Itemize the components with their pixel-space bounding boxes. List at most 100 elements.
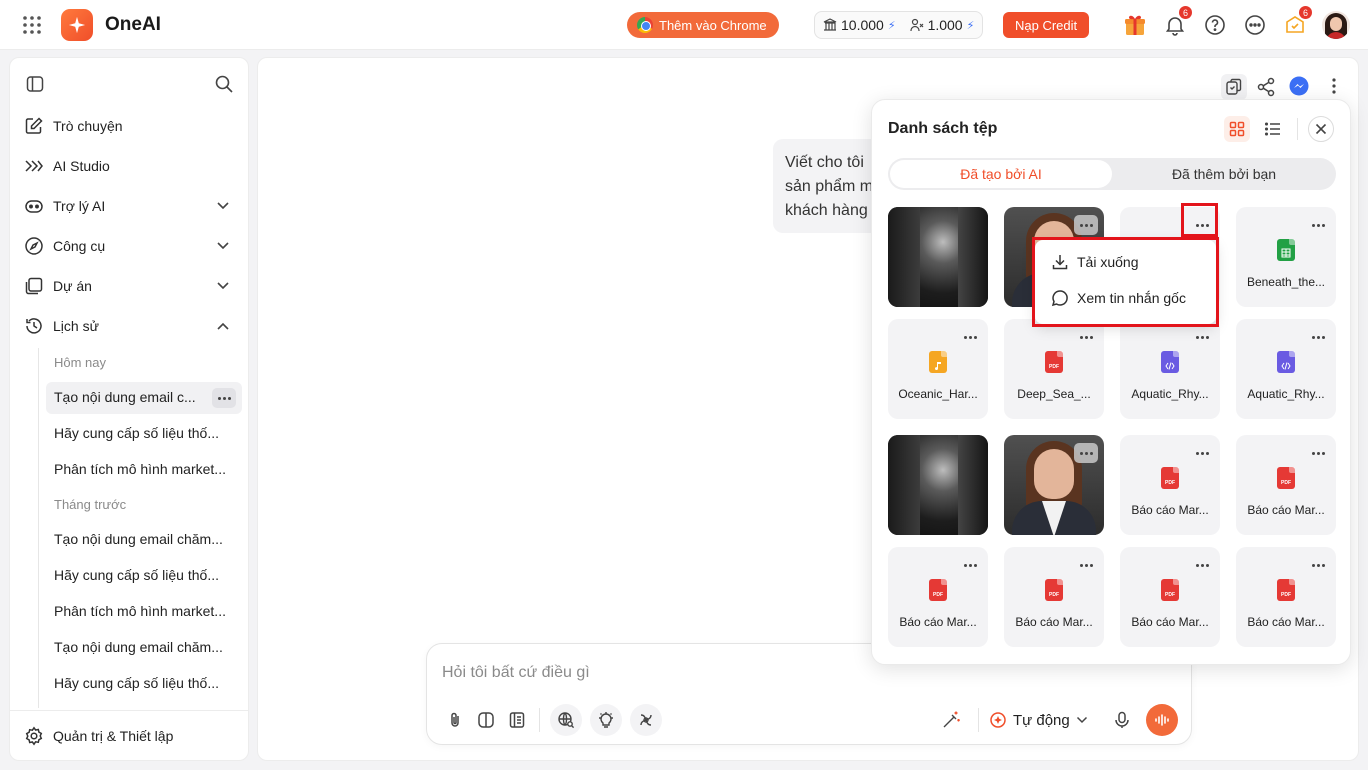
chevron-down-icon: [1076, 716, 1087, 724]
help-icon[interactable]: [1204, 14, 1226, 36]
history-item[interactable]: Tạo nội dung email c...: [54, 389, 204, 405]
edit-icon: [25, 117, 43, 134]
file-tile[interactable]: PDF Báo cáo Mar...: [1236, 435, 1336, 535]
apps-grid-icon[interactable]: [22, 15, 42, 35]
user-avatar[interactable]: [1322, 11, 1350, 39]
magic-wand-icon[interactable]: [939, 708, 963, 732]
file-tile-image[interactable]: [1004, 435, 1104, 535]
file-more-icon[interactable]: [1306, 215, 1330, 235]
gift-icon[interactable]: [1123, 13, 1147, 37]
file-list-panel: Danh sách tệp Đã tạo bởi AI Đã thêm bởi …: [871, 99, 1351, 665]
chevron-down-icon[interactable]: [216, 201, 230, 211]
messenger-icon[interactable]: [1289, 76, 1309, 96]
history-item[interactable]: Hãy cung cấp số liệu thố...: [54, 425, 238, 441]
history-item[interactable]: Hãy cung cấp số liệu thố...: [54, 567, 238, 583]
file-more-icon[interactable]: [1306, 555, 1330, 575]
file-more-icon[interactable]: [958, 327, 982, 347]
sidebar-item-history[interactable]: Lịch sử: [24, 314, 99, 338]
file-tile[interactable]: PDF Deep_Sea_...: [1004, 319, 1104, 419]
search-icon[interactable]: [214, 74, 234, 94]
admin-settings-label: Quản trị & Thiết lập: [53, 728, 174, 744]
file-tile[interactable]: Beneath_the...: [1236, 207, 1336, 307]
document-icon[interactable]: [505, 708, 529, 732]
file-tile[interactable]: PDF Báo cáo Mar...: [1120, 435, 1220, 535]
file-more-icon[interactable]: [1190, 327, 1214, 347]
file-tile[interactable]: PDF Báo cáo Mar...: [1004, 547, 1104, 647]
microphone-icon[interactable]: [1110, 708, 1134, 732]
file-more-icon[interactable]: [1074, 555, 1098, 575]
file-tile[interactable]: PDF Báo cáo Mar...: [888, 547, 988, 647]
attach-icon[interactable]: [443, 708, 467, 732]
file-more-icon[interactable]: [1306, 443, 1330, 463]
file-name: Aquatic_Rhy...: [1247, 387, 1325, 401]
bolt-icon: ⚡: [966, 19, 975, 32]
sidebar-item-chat[interactable]: Trò chuyện: [24, 114, 123, 138]
message-input[interactable]: Hỏi tôi bất cứ điều gì: [442, 664, 590, 682]
lightbulb-icon[interactable]: [590, 704, 622, 736]
list-view-icon[interactable]: [1264, 120, 1282, 138]
history-item[interactable]: Tạo nội dung email chăm...: [54, 531, 238, 547]
history-item[interactable]: Phân tích mô hình market...: [54, 603, 238, 619]
file-tile[interactable]: PDF Báo cáo Mar...: [1120, 547, 1220, 647]
sidebar-item-label: Trợ lý AI: [53, 198, 106, 214]
file-more-icon[interactable]: [958, 555, 982, 575]
sidebar-item-ai-assistant[interactable]: Trợ lý AI: [24, 194, 105, 218]
files-icon[interactable]: [1221, 74, 1247, 100]
chevron-down-icon[interactable]: [216, 281, 230, 291]
app-logo-icon: [61, 9, 93, 41]
file-more-icon[interactable]: [1190, 443, 1214, 463]
credit-secondary-value: 1.000: [927, 17, 963, 33]
web-search-icon[interactable]: [550, 704, 582, 736]
credit-balance[interactable]: 10.000 ⚡ 1.000 ⚡: [814, 11, 984, 39]
file-more-icon[interactable]: [958, 215, 982, 235]
folder-icon: [25, 277, 43, 295]
admin-settings-button[interactable]: Quản trị & Thiết lập: [24, 724, 173, 748]
split-view-icon[interactable]: [474, 708, 498, 732]
voice-send-button[interactable]: [1146, 704, 1178, 736]
add-to-chrome-button[interactable]: Thêm vào Chrome: [627, 12, 779, 38]
robot-icon: [25, 200, 43, 213]
gear-icon: [25, 726, 43, 746]
notification-bell-icon[interactable]: 6: [1164, 6, 1192, 36]
file-tile[interactable]: Aquatic_Rhy...: [1236, 319, 1336, 419]
file-tile[interactable]: Oceanic_Har...: [888, 319, 988, 419]
file-tile[interactable]: Aquatic_Rhy...: [1120, 319, 1220, 419]
sidebar-item-tools[interactable]: Công cụ: [24, 234, 105, 258]
file-more-icon[interactable]: [1074, 443, 1098, 463]
history-item[interactable]: Phân tích mô hình market...: [54, 461, 238, 477]
file-more-icon[interactable]: [1074, 327, 1098, 347]
toggle-sidebar-icon[interactable]: [26, 75, 44, 93]
tab-ai-generated[interactable]: Đã tạo bởi AI: [890, 160, 1112, 188]
studio-icon: [25, 160, 43, 172]
file-more-icon[interactable]: [1306, 327, 1330, 347]
topup-credit-button[interactable]: Nạp Credit: [1003, 12, 1090, 38]
model-mode-selector[interactable]: Tự động: [989, 708, 1088, 732]
header-divider: [1297, 118, 1298, 140]
chevron-up-icon[interactable]: [216, 321, 230, 331]
toolbar-divider: [539, 708, 540, 732]
more-options-icon[interactable]: [1244, 14, 1266, 36]
rewards-icon[interactable]: 6: [1284, 6, 1312, 36]
close-panel-button[interactable]: [1308, 116, 1334, 142]
history-item-more-icon[interactable]: [212, 388, 236, 408]
file-more-icon[interactable]: [1074, 215, 1098, 235]
sidebar-item-label: AI Studio: [53, 158, 110, 174]
sidebar-item-ai-studio[interactable]: AI Studio: [24, 154, 110, 178]
chevron-down-icon[interactable]: [216, 241, 230, 251]
file-tile[interactable]: PDF Báo cáo Mar...: [1236, 547, 1336, 647]
file-more-icon[interactable]: [958, 443, 982, 463]
history-item[interactable]: Tạo nội dung email chăm...: [54, 639, 238, 655]
grid-view-icon[interactable]: [1224, 116, 1250, 142]
tab-user-added[interactable]: Đã thêm bởi bạn: [1114, 160, 1334, 188]
close-icon: [1315, 123, 1327, 135]
app-title: OneAI: [105, 14, 161, 35]
sidebar-item-projects[interactable]: Dự án: [24, 274, 92, 298]
kebab-menu-icon[interactable]: [1324, 76, 1344, 96]
plugin-icon[interactable]: [630, 704, 662, 736]
file-more-icon[interactable]: [1190, 555, 1214, 575]
pdf-file-icon: PDF: [1045, 579, 1063, 601]
share-icon[interactable]: [1256, 77, 1276, 97]
file-tile-image[interactable]: [888, 435, 988, 535]
history-item[interactable]: Hãy cung cấp số liệu thố...: [54, 675, 238, 691]
file-tile-image[interactable]: [888, 207, 988, 307]
